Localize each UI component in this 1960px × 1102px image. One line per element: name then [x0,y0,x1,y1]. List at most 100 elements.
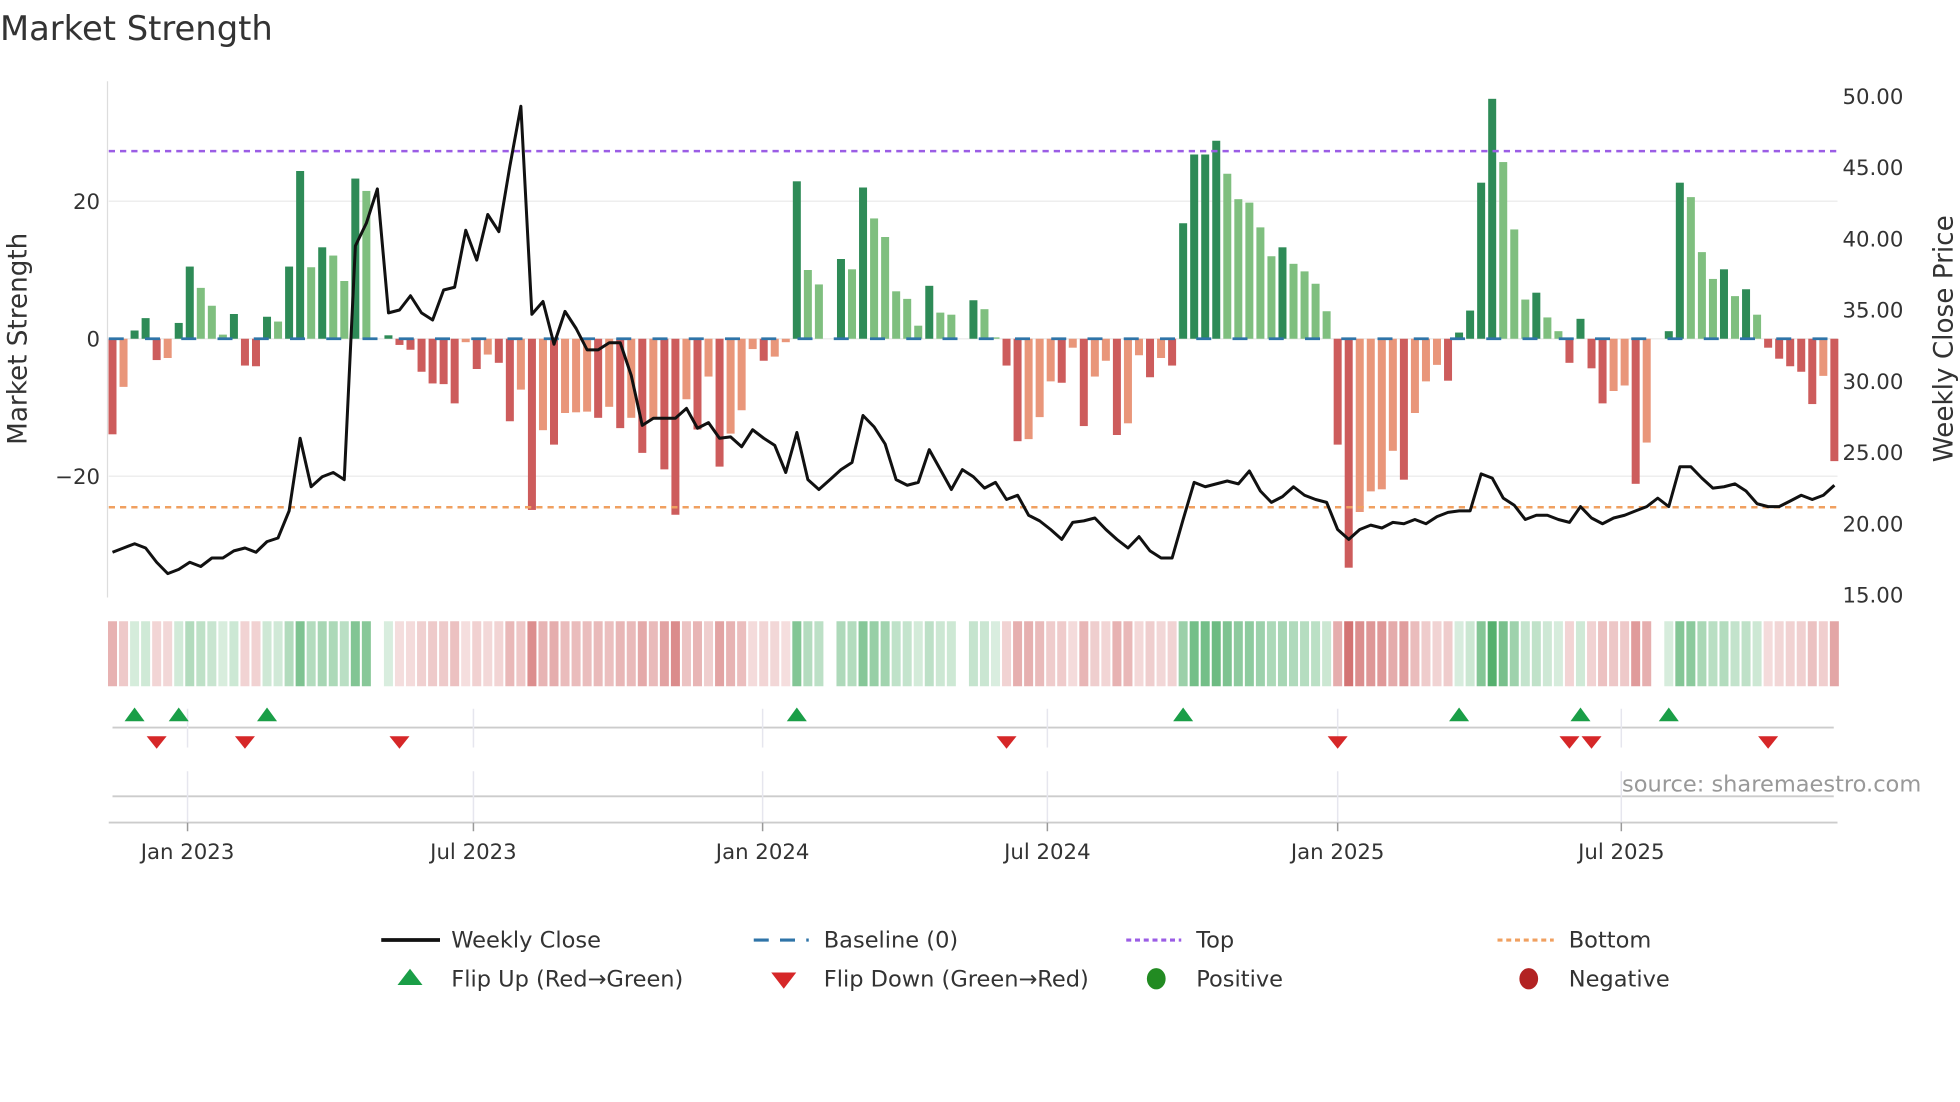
strip-cell [803,621,813,687]
strip-cell [1575,621,1585,687]
flip-up-marker [1658,707,1679,722]
strip-cell [1068,621,1078,687]
strip-cell [759,621,769,687]
strip-cell [1255,621,1265,687]
negative-bar [472,338,481,370]
strip-cell [1388,621,1398,687]
strip-cell [527,621,537,687]
negative-bar [1764,338,1773,348]
positive-bar [836,259,845,339]
positive-bar [274,321,283,339]
flip-up-marker [257,707,278,722]
left-axis-ticks: 20 0 −20 [55,190,100,490]
negative-bar [748,338,757,350]
strip-cell [1277,621,1287,687]
strip-cell [869,621,879,687]
flip-down-marker [1559,736,1580,749]
y2-tick-label: 50.00 [1843,85,1904,110]
negative-bar [1775,338,1784,359]
strip-cell [891,621,901,687]
strip-cell [615,621,625,687]
negative-bar [406,338,415,350]
positive-bar [307,267,316,339]
chart-title: Market Strength [0,9,273,48]
strip-cell [240,621,250,687]
strip-cell [847,621,857,687]
negative-bar [704,338,713,377]
strip-cell [582,621,592,687]
positive-bar [1201,154,1210,339]
strip-cell [1200,621,1210,687]
strip-cell [1785,621,1795,687]
negative-bar [737,338,746,411]
strip-cell [516,621,526,687]
negative-bar [1830,338,1839,462]
legend-label: Baseline (0) [824,928,958,954]
flip-up-marker [786,707,807,722]
positive-bar [803,270,812,339]
legend-item-baseline: Baseline (0) [753,928,958,954]
flip-down-marker [996,736,1017,749]
strip-cell [262,621,272,687]
negative-bar [240,338,249,366]
negative-bar [1090,338,1099,377]
negative-bar [483,338,492,355]
x-tick-label: Jul 2024 [1002,840,1090,865]
positive-bar [870,218,879,339]
positive-bar [936,312,945,339]
strip-cell [1620,621,1630,687]
strip-cell [1399,621,1409,687]
strip-cell [439,621,449,687]
positive-bar [1223,173,1232,339]
y2-tick-label: 35.00 [1843,299,1904,324]
flip-down-marker [389,736,410,749]
positive-bar [185,266,194,339]
negative-bar [527,338,536,510]
strip-cell [604,621,614,687]
strip-cell [946,621,956,687]
strip-cell [626,621,636,687]
strip-cell [383,621,393,687]
strip-cell [130,621,140,687]
positive-bar [229,314,238,339]
positive-bar [1488,98,1497,339]
positive-bar [263,316,272,339]
strip-cell [1609,621,1619,687]
positive-bar [1477,182,1486,339]
negative-bar [1609,338,1618,391]
strip-cell [1112,621,1122,687]
strip-cell [174,621,184,687]
negative-bar [1620,338,1629,386]
y2-tick-label: 20.00 [1843,512,1904,537]
negative-bar [1157,338,1166,358]
legend-item-weekly-close: Weekly Close [381,928,601,954]
positive-bar [1543,317,1552,339]
strip-cell [317,621,327,687]
legend-label: Negative [1569,966,1670,992]
positive-bar [1466,310,1475,339]
strip-cell [1090,621,1100,687]
negative-bar [516,338,525,390]
strip-cell [1587,621,1597,687]
strip-cell [1719,621,1729,687]
positive-bar [1212,140,1221,339]
strip-cell [472,621,482,687]
strip-cell [1046,621,1056,687]
strip-cell [461,621,471,687]
positive-bar [174,322,183,339]
legend-label: Positive [1196,966,1283,992]
strip-cell [1498,621,1508,687]
strip-cell [1476,621,1486,687]
strip-cell [1741,621,1751,687]
legend-label: Flip Down (Green→Red) [824,966,1089,992]
strip-cell [284,621,294,687]
negative-bar [152,338,161,361]
legend-item-positive: Positive [1146,966,1283,992]
legend: Weekly Close Baseline (0) Top Bottom Fli… [381,928,1670,992]
negative-bar [1068,338,1077,348]
flip-down-marker [234,736,255,749]
negative-bar [1631,338,1640,484]
strip-cell [1211,621,1221,687]
negative-bar [1002,338,1011,366]
strip-cell [1487,621,1497,687]
